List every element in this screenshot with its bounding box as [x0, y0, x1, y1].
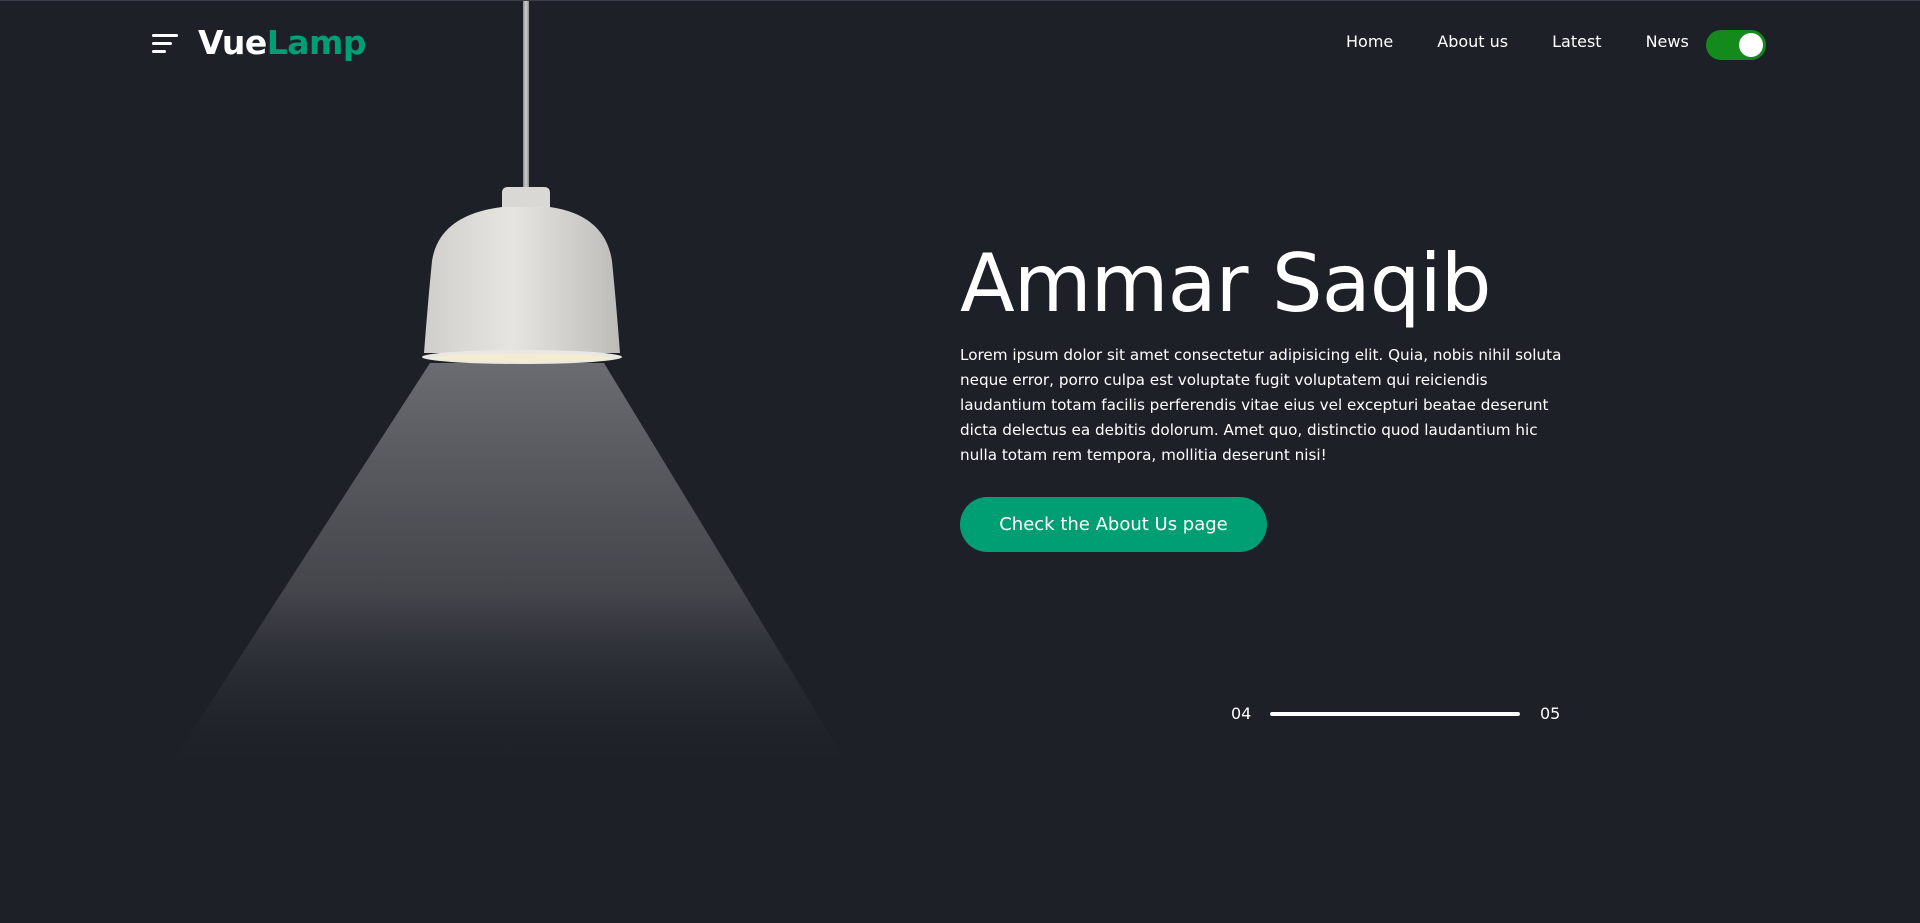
- about-us-cta-button[interactable]: Check the About Us page: [960, 497, 1267, 552]
- theme-toggle[interactable]: [1706, 30, 1766, 60]
- nav-about-us[interactable]: About us: [1437, 32, 1508, 51]
- main-nav: Home About us Latest News: [1346, 32, 1709, 51]
- nav-news[interactable]: News: [1646, 32, 1689, 51]
- lamp-bulb-glow: [432, 354, 612, 362]
- nav-home[interactable]: Home: [1346, 32, 1393, 51]
- light-beam: [160, 363, 858, 781]
- page: VueLamp Home About us Latest News Ammar …: [0, 0, 1920, 923]
- slide-current-number: 04: [1231, 704, 1252, 723]
- slide-progress-fill: [1270, 712, 1520, 716]
- hero-description: Lorem ipsum dolor sit amet consectetur a…: [960, 346, 1562, 464]
- slide-total-number: 05: [1540, 704, 1561, 723]
- lamp-cap: [502, 187, 550, 209]
- lamp-illustration: [160, 1, 858, 781]
- lamp-shade: [424, 207, 620, 353]
- slide-progress-bar[interactable]: [1270, 712, 1520, 716]
- nav-latest[interactable]: Latest: [1552, 32, 1601, 51]
- hero-title: Ammar Saqib: [960, 237, 1492, 330]
- toggle-knob: [1739, 33, 1763, 57]
- lamp-cord: [523, 1, 529, 191]
